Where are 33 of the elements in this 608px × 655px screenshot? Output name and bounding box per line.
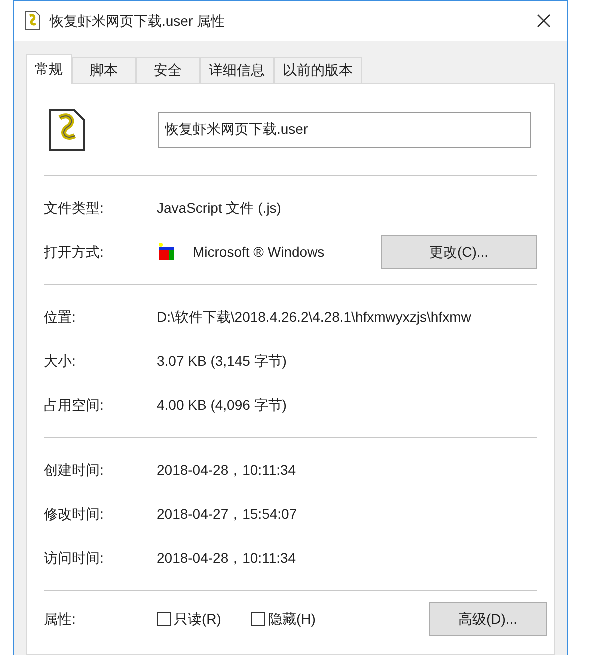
- field-value: 4.00 KB (4,096 字节): [157, 396, 287, 415]
- checkbox-label: 只读(R): [174, 610, 222, 629]
- tab[interactable]: 以前的版本: [274, 57, 362, 83]
- field-label: 打开方式:: [44, 242, 105, 262]
- field-label: 占用空间:: [44, 396, 105, 414]
- change-button[interactable]: 更改(C)...: [381, 235, 537, 269]
- field-label: 修改时间:: [44, 504, 105, 524]
- checkbox[interactable]: [157, 612, 171, 626]
- field-label: 文件类型:: [44, 198, 105, 218]
- window-title: 恢复虾米网页下载.user 属性: [50, 12, 226, 30]
- field-label: 访问时间:: [44, 548, 105, 568]
- checkbox[interactable]: [251, 612, 266, 626]
- script-file-icon: [24, 11, 42, 31]
- field-value: D:\软件下载\2018.4.26.2\4.28.1\hfxmwyxzjs\hfxmw: [157, 308, 472, 327]
- script-file-icon: [48, 108, 86, 152]
- application-icon: [157, 242, 177, 262]
- tab[interactable]: 详细信息: [200, 57, 274, 83]
- field-value: Microsoft ® Windows: [193, 242, 325, 262]
- tab[interactable]: 安全: [136, 57, 200, 83]
- checkbox-label: 隐藏(H): [268, 610, 316, 629]
- field-value: 2018-04-28，10:11:34: [157, 548, 296, 568]
- field-label: 大小:: [44, 352, 77, 370]
- tab[interactable]: 常规: [26, 54, 72, 84]
- field-label: 创建时间:: [44, 460, 105, 480]
- field-value: 2018-04-28，10:11:34: [157, 460, 296, 480]
- field-label: 位置:: [44, 308, 77, 326]
- advanced-button[interactable]: 高级(D)...: [429, 602, 547, 636]
- tab[interactable]: 脚本: [72, 57, 136, 83]
- field-label: 属性:: [44, 610, 77, 628]
- close-icon[interactable]: [537, 14, 551, 28]
- field-value: 2018-04-27，15:54:07: [157, 504, 298, 524]
- field-value: 3.07 KB (3,145 字节): [157, 352, 287, 371]
- field-value: JavaScript 文件 (.js): [157, 198, 282, 218]
